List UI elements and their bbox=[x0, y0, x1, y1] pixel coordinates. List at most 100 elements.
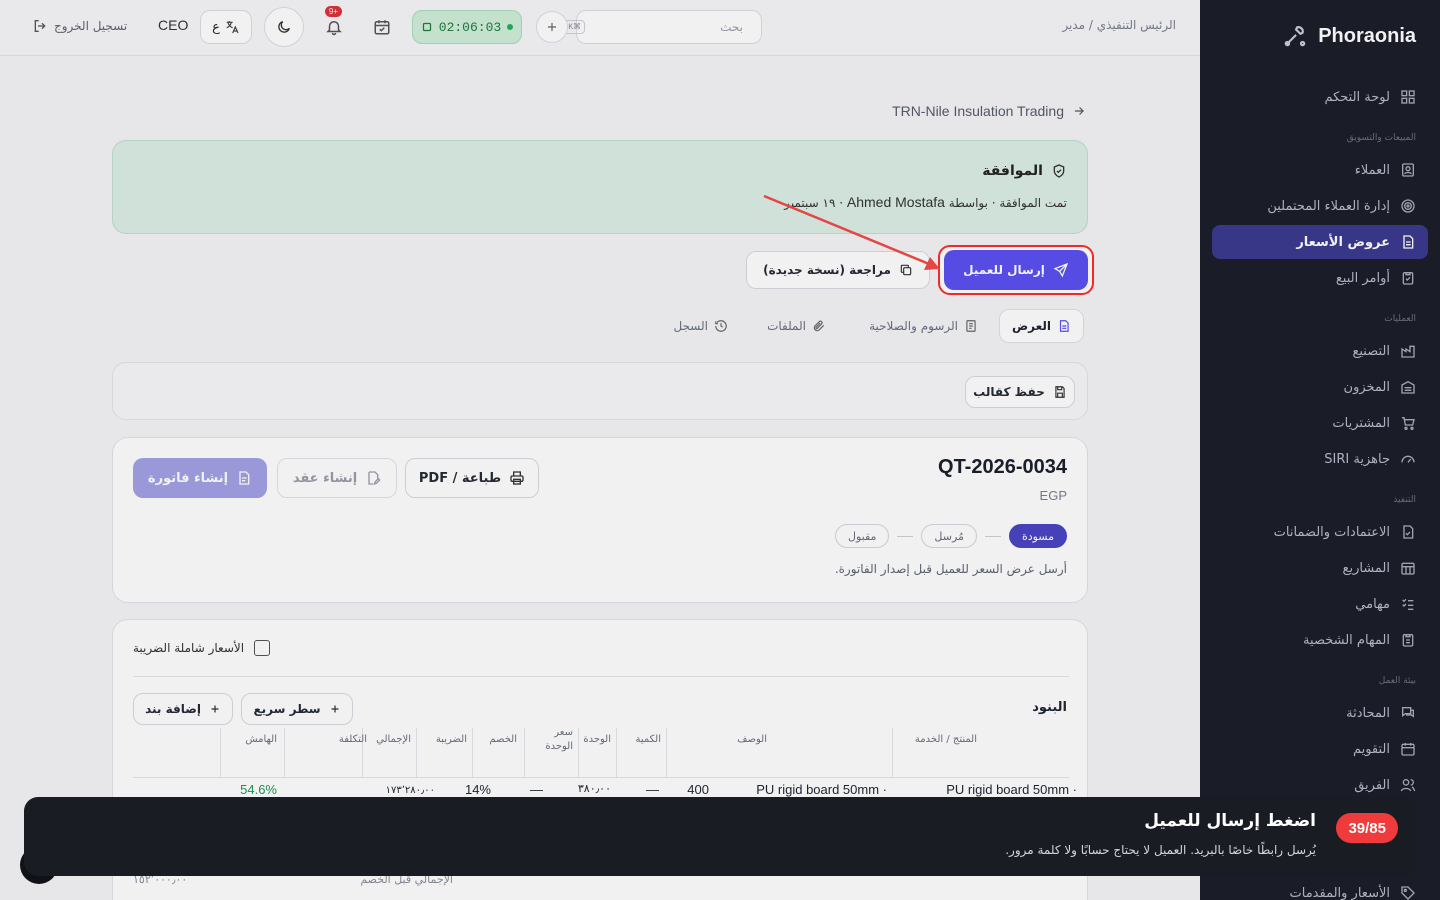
tour-arrow-icon bbox=[763, 194, 940, 270]
checklist-icon bbox=[1402, 598, 1414, 610]
calendar-grid-icon bbox=[1401, 562, 1415, 575]
sidebar-item-label: التقويم bbox=[1352, 741, 1390, 757]
print-pdf-button[interactable]: طباعة / PDF bbox=[405, 458, 539, 498]
tab-fees-label: الرسوم والصلاحية bbox=[869, 319, 958, 333]
tax-inclusive-label: الأسعار شاملة الضريبة bbox=[133, 641, 245, 655]
row-discount[interactable]: — bbox=[530, 782, 543, 797]
calendar-icon bbox=[374, 20, 390, 35]
quote-currency: EGP bbox=[1039, 488, 1067, 503]
sidebar-group-execution: التنفيذ bbox=[1393, 495, 1416, 505]
sidebar-group-operations: العمليات bbox=[1384, 314, 1416, 324]
notification-count: +9 bbox=[324, 6, 342, 17]
plus-icon bbox=[547, 22, 557, 32]
send-to-client-button[interactable]: إرسال للعميل bbox=[944, 250, 1088, 290]
tab-fees-validity[interactable]: الرسوم والصلاحية bbox=[869, 309, 978, 343]
row-unit[interactable]: — bbox=[646, 782, 659, 797]
status-connector bbox=[897, 535, 914, 537]
sidebar-item-manufacturing[interactable]: التصنيع bbox=[1212, 334, 1428, 368]
contract-label: إنشاء عقد bbox=[292, 470, 358, 486]
tour-description: يُرسل رابطًا خاصًا بالبريد. العميل لا يح… bbox=[1005, 843, 1316, 857]
brand-name: Phoraonia bbox=[1318, 24, 1416, 47]
sidebar-item-customers[interactable]: العملاء bbox=[1212, 153, 1428, 187]
sidebar-item-siri-readiness[interactable]: جاهزية SIRI bbox=[1212, 442, 1428, 476]
create-invoice-button[interactable]: إنشاء فاتورة bbox=[133, 458, 267, 498]
sidebar-item-quotes[interactable]: عروض الأسعار bbox=[1212, 225, 1428, 259]
create-contract-button[interactable]: إنشاء عقد bbox=[277, 458, 397, 498]
file-edit-icon bbox=[368, 471, 381, 486]
sidebar-item-leads[interactable]: إدارة العملاء المحتملين bbox=[1212, 189, 1428, 223]
header-divider bbox=[133, 777, 1069, 778]
add-item-button[interactable]: إضافة بند bbox=[133, 693, 233, 725]
sidebar-item-label: العملاء bbox=[1354, 162, 1390, 178]
row-unit-price[interactable]: ٣٨٠٫٠٠ bbox=[578, 782, 611, 795]
sidebar-item-my-tasks[interactable]: مهامي bbox=[1212, 587, 1428, 621]
save-icon bbox=[1055, 386, 1065, 398]
print-label: طباعة / PDF bbox=[418, 470, 502, 486]
col-separator bbox=[284, 728, 285, 778]
plus-icon bbox=[211, 705, 219, 713]
row-quantity[interactable]: 400 bbox=[687, 782, 709, 797]
sidebar-item-pricing[interactable]: الأسعار والمقدمات bbox=[1212, 876, 1428, 900]
file-check-icon bbox=[1403, 525, 1414, 539]
row-product[interactable]: PU rigid board 50mm · bbox=[946, 782, 1077, 797]
sidebar-item-label: أوامر البيع bbox=[1335, 270, 1390, 286]
col-quantity: الكمية bbox=[635, 734, 661, 745]
sidebar-item-label: الفريق bbox=[1354, 777, 1390, 793]
calendar-button[interactable] bbox=[366, 11, 398, 43]
notifications-button[interactable]: +9 bbox=[318, 6, 350, 43]
sidebar-item-chat[interactable]: المحادثة bbox=[1212, 696, 1428, 730]
work-timer[interactable]: 02:06:03 bbox=[412, 10, 522, 44]
sidebar-item-personal-tasks[interactable]: المهام الشخصية bbox=[1212, 623, 1428, 657]
sidebar-item-label: التصنيع bbox=[1352, 343, 1390, 359]
theme-toggle[interactable] bbox=[264, 7, 304, 47]
send-icon bbox=[1053, 262, 1069, 278]
row-tax[interactable]: 14% bbox=[465, 782, 491, 797]
sidebar-item-sales-orders[interactable]: أوامر البيع bbox=[1212, 261, 1428, 295]
sidebar-item-approvals[interactable]: الاعتمادات والضمانات bbox=[1212, 515, 1428, 549]
quote-tabs: العرض الرسوم والصلاحية الملفات السجل bbox=[112, 304, 1088, 348]
sidebar-item-label: المخزون bbox=[1343, 379, 1390, 395]
tour-tooltip: 39/85 اضغط إرسال للعميل يُرسل رابطًا خاص… bbox=[24, 797, 1416, 876]
divider bbox=[133, 676, 1069, 677]
col-separator bbox=[220, 728, 221, 778]
invoice-icon bbox=[239, 471, 250, 485]
translate-icon bbox=[226, 21, 239, 34]
sidebar-item-label: المشاريع bbox=[1342, 560, 1390, 576]
col-separator bbox=[416, 728, 417, 778]
logout-icon bbox=[34, 20, 46, 32]
shield-check-icon bbox=[1053, 164, 1065, 178]
tax-inclusive-toggle[interactable]: الأسعار شاملة الضريبة bbox=[133, 640, 271, 656]
col-separator bbox=[524, 728, 525, 778]
col-separator bbox=[666, 728, 667, 778]
tab-files[interactable]: الملفات bbox=[767, 309, 826, 343]
sidebar-item-inventory[interactable]: المخزون bbox=[1212, 370, 1428, 404]
items-title: البنود bbox=[1032, 700, 1067, 715]
brand[interactable]: Phoraonia bbox=[1282, 22, 1416, 50]
save-template-label: حفظ كقالب bbox=[973, 385, 1045, 399]
status-hint: أرسل عرض السعر للعميل قبل إصدار الفاتورة… bbox=[834, 562, 1067, 576]
tax-inclusive-checkbox[interactable] bbox=[254, 640, 271, 656]
add-button[interactable] bbox=[536, 11, 568, 43]
search-box[interactable]: ⌘K bbox=[564, 10, 762, 44]
sidebar-item-purchases[interactable]: المشتريات bbox=[1212, 406, 1428, 440]
col-total: الإجمالي bbox=[376, 734, 411, 745]
logout-link[interactable]: تسجيل الخروج bbox=[32, 18, 127, 34]
search-input[interactable] bbox=[593, 20, 743, 34]
contacts-icon bbox=[1402, 163, 1414, 177]
quick-row-button[interactable]: سطر سريع bbox=[241, 693, 353, 725]
tab-log[interactable]: السجل bbox=[673, 309, 728, 343]
wrench-logo-icon bbox=[1284, 26, 1306, 47]
language-switch[interactable]: ع bbox=[200, 10, 252, 44]
tab-offer-label: العرض bbox=[1012, 319, 1051, 333]
sidebar-item-calendar[interactable]: التقويم bbox=[1212, 732, 1428, 766]
back-breadcrumb[interactable]: TRN-Nile Insulation Trading bbox=[892, 103, 1086, 119]
save-template-button[interactable]: حفظ كقالب bbox=[965, 376, 1075, 408]
col-separator bbox=[578, 728, 579, 778]
sidebar-item-dashboard[interactable]: لوحة التحكم bbox=[1212, 80, 1428, 114]
sidebar-item-projects[interactable]: المشاريع bbox=[1212, 551, 1428, 585]
quote-number: QT-2026-0034 bbox=[938, 456, 1067, 478]
calendar-icon bbox=[1401, 743, 1415, 756]
receipt-icon bbox=[966, 320, 976, 332]
row-description[interactable]: PU rigid board 50mm · bbox=[756, 782, 887, 797]
tab-offer[interactable]: العرض bbox=[999, 309, 1084, 343]
